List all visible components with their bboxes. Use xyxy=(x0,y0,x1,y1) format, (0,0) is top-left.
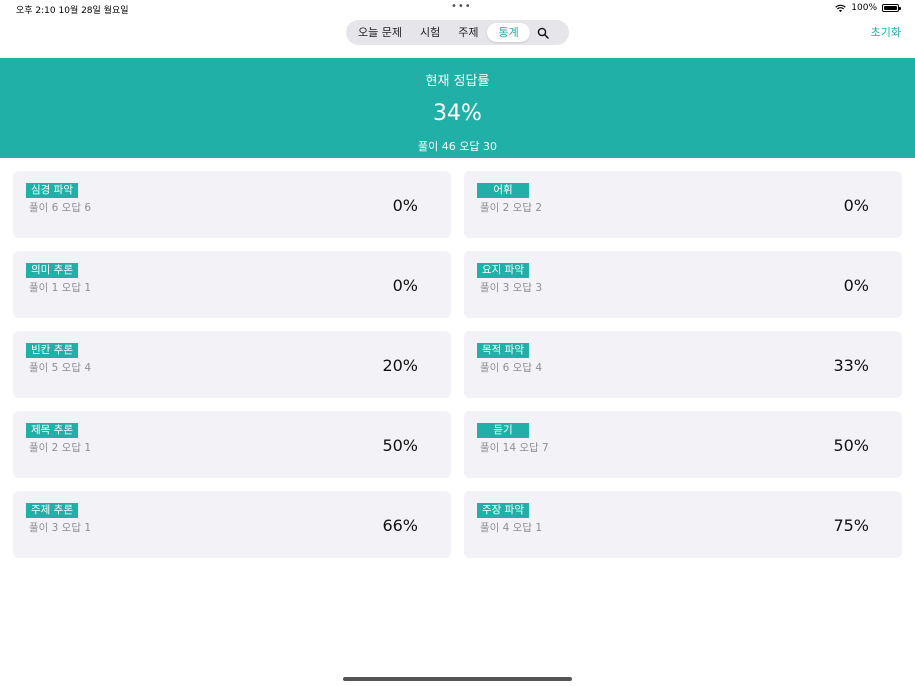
category-detail: 풀이 6 오답 4 xyxy=(480,362,543,374)
category-rate: 0% xyxy=(392,196,418,215)
tab-topic[interactable]: 주제 xyxy=(449,23,487,42)
tab-statistics[interactable]: 통계 xyxy=(487,23,530,42)
category-detail: 풀이 6 오답 6 xyxy=(29,202,92,214)
status-time: 오후 2:10 10월 28일 월요일 xyxy=(16,6,129,16)
category-rate: 66% xyxy=(382,516,418,535)
category-card: 제목 추론 풀이 2 오답 1 50% xyxy=(13,411,451,478)
category-detail: 풀이 1 오답 1 xyxy=(29,282,92,294)
category-card: 어휘 풀이 2 오답 2 0% xyxy=(464,171,902,238)
summary-banner: 현재 정답률 34% 풀이 46 오답 30 xyxy=(0,58,915,158)
category-tag: 주제 추론 xyxy=(26,503,78,518)
category-detail: 풀이 2 오답 1 xyxy=(29,442,92,454)
category-detail: 풀이 14 오답 7 xyxy=(480,442,549,454)
category-card: 주장 파악 풀이 4 오답 1 75% xyxy=(464,491,902,558)
search-icon[interactable] xyxy=(534,23,553,42)
category-tag: 의미 추론 xyxy=(26,263,78,278)
category-card: 듣기 풀이 14 오답 7 50% xyxy=(464,411,902,478)
category-rate: 20% xyxy=(382,356,418,375)
category-tag: 주장 파악 xyxy=(477,503,529,518)
summary-detail: 풀이 46 오답 30 xyxy=(418,140,497,153)
category-rate: 0% xyxy=(392,276,418,295)
home-indicator[interactable] xyxy=(343,677,572,681)
category-card: 심경 파악 풀이 6 오답 6 0% xyxy=(13,171,451,238)
category-tag: 어휘 xyxy=(477,183,529,198)
category-card: 목적 파악 풀이 6 오답 4 33% xyxy=(464,331,902,398)
category-tag: 빈칸 추론 xyxy=(26,343,78,358)
category-detail: 풀이 3 오답 3 xyxy=(480,282,543,294)
category-tag: 제목 추론 xyxy=(26,423,78,438)
battery-percent: 100% xyxy=(851,3,877,13)
category-card: 의미 추론 풀이 1 오답 1 0% xyxy=(13,251,451,318)
category-card: 주제 추론 풀이 3 오답 1 66% xyxy=(13,491,451,558)
tab-exam[interactable]: 시험 xyxy=(411,23,449,42)
category-rate: 50% xyxy=(382,436,418,455)
reset-button[interactable]: 초기화 xyxy=(871,24,901,40)
category-rate: 0% xyxy=(843,196,869,215)
category-rate: 33% xyxy=(833,356,869,375)
wifi-icon xyxy=(835,4,846,12)
category-tag: 요지 파악 xyxy=(477,263,529,278)
summary-title: 현재 정답률 xyxy=(425,74,490,89)
tab-today-problems[interactable]: 오늘 문제 xyxy=(349,23,411,42)
category-tag: 심경 파악 xyxy=(26,183,78,198)
category-detail: 풀이 5 오답 4 xyxy=(29,362,92,374)
category-detail: 풀이 2 오답 2 xyxy=(480,202,543,214)
category-tag: 듣기 xyxy=(477,423,529,438)
category-rate: 0% xyxy=(843,276,869,295)
nav-segmented-control: 오늘 문제 시험 주제 통계 xyxy=(346,20,569,45)
category-rate: 75% xyxy=(833,516,869,535)
category-card: 요지 파악 풀이 3 오답 3 0% xyxy=(464,251,902,318)
category-rate: 50% xyxy=(833,436,869,455)
category-card: 빈칸 추론 풀이 5 오답 4 20% xyxy=(13,331,451,398)
category-grid: 심경 파악 풀이 6 오답 6 0% 어휘 풀이 2 오답 2 0% 의미 추론… xyxy=(13,171,902,558)
summary-rate: 34% xyxy=(433,101,482,126)
status-bar: 오후 2:10 10월 28일 월요일 ••• 100% xyxy=(0,0,915,18)
category-detail: 풀이 4 오답 1 xyxy=(480,522,543,534)
battery-icon xyxy=(882,4,901,12)
category-detail: 풀이 3 오답 1 xyxy=(29,522,92,534)
multitasking-dots-icon[interactable]: ••• xyxy=(451,1,472,12)
category-tag: 목적 파악 xyxy=(477,343,529,358)
status-right: 100% xyxy=(835,3,901,13)
